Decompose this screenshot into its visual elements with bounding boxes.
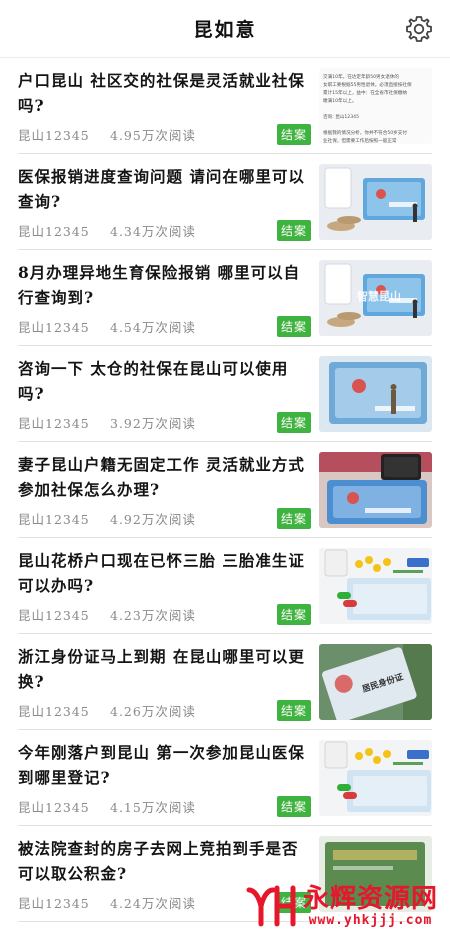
question-title: 户口昆山 社区交的社保是灵活就业社保吗? <box>18 71 305 115</box>
list-item[interactable]: 户口昆山 社区交的社保是灵活就业社保吗? 昆山12345 4.95万次阅读 结案… <box>18 58 432 154</box>
read-count: 4.23万次阅读 <box>110 608 196 623</box>
list-item-text: 医保报销进度查询问题 请问在哪里可以查询? 昆山12345 4.34万次阅读 结… <box>18 164 319 241</box>
question-meta: 昆山12345 4.24万次阅读 结案 <box>18 892 311 913</box>
status-badge: 结案 <box>276 700 311 721</box>
svg-text:咨询: 昆山12345: 咨询: 昆山12345 <box>323 113 359 120</box>
source-label: 昆山12345 <box>18 320 90 335</box>
question-list: 户口昆山 社区交的社保是灵活就业社保吗? 昆山12345 4.95万次阅读 结案… <box>0 58 450 922</box>
list-item[interactable]: 8月办理异地生育保险报销 哪里可以自行查询到? 昆山12345 4.54万次阅读… <box>18 250 432 346</box>
read-count: 3.92万次阅读 <box>110 416 196 431</box>
question-title: 8月办理异地生育保险报销 哪里可以自行查询到? <box>18 263 301 307</box>
thumbnail-image <box>319 164 432 240</box>
read-count: 4.54万次阅读 <box>110 320 196 335</box>
question-title: 昆山花桥户口现在已怀三胎 三胎准生证可以办吗? <box>18 551 305 595</box>
read-count: 4.34万次阅读 <box>110 224 196 239</box>
svg-text:交满10年。在达定年龄50男女退休的: 交满10年。在达定年龄50男女退休的 <box>323 73 399 80</box>
source-label: 昆山12345 <box>18 128 90 143</box>
thumbnail-image <box>319 548 432 624</box>
question-title: 妻子昆山户籍无固定工作 灵活就业方式参加社保怎么办理? <box>18 455 305 499</box>
thumbnail-image <box>319 452 432 528</box>
gear-icon[interactable] <box>404 14 434 44</box>
list-item-text: 昆山花桥户口现在已怀三胎 三胎准生证可以办吗? 昆山12345 4.23万次阅读… <box>18 548 319 625</box>
status-badge: 结案 <box>276 316 311 337</box>
svg-text:累计15年以上，益中：在全省市社保缴纳: 累计15年以上，益中：在全省市社保缴纳 <box>323 89 407 96</box>
svg-text:智慧昆山: 智慧昆山 <box>357 289 401 303</box>
list-item-text: 浙江身份证马上到期 在昆山哪里可以更换? 昆山12345 4.26万次阅读 结案 <box>18 644 319 721</box>
question-meta: 昆山12345 4.95万次阅读 结案 <box>18 124 311 145</box>
question-meta: 昆山12345 4.34万次阅读 结案 <box>18 220 311 241</box>
read-count: 4.95万次阅读 <box>110 128 196 143</box>
question-title: 医保报销进度查询问题 请问在哪里可以查询? <box>18 167 305 211</box>
thumbnail-image <box>319 356 432 432</box>
status-badge: 结案 <box>276 412 311 433</box>
source-label: 昆山12345 <box>18 896 90 911</box>
question-meta: 昆山12345 3.92万次阅读 结案 <box>18 412 311 433</box>
source-label: 昆山12345 <box>18 416 90 431</box>
status-badge: 结案 <box>276 892 311 913</box>
list-item-text: 8月办理异地生育保险报销 哪里可以自行查询到? 昆山12345 4.54万次阅读… <box>18 260 319 337</box>
svg-text:根据我的情况分析，你并不符合50岁支付: 根据我的情况分析，你并不符合50岁支付 <box>323 129 407 136</box>
question-title: 今年刚落户到昆山 第一次参加昆山医保到哪里登记? <box>18 743 305 787</box>
svg-text:缴满10年以上。: 缴满10年以上。 <box>323 97 356 104</box>
list-item[interactable]: 咨询一下 太仓的社保在昆山可以使用吗? 昆山12345 3.92万次阅读 结案 <box>18 346 432 442</box>
list-item[interactable]: 浙江身份证马上到期 在昆山哪里可以更换? 昆山12345 4.26万次阅读 结案… <box>18 634 432 730</box>
read-count: 4.26万次阅读 <box>110 704 196 719</box>
question-meta: 昆山12345 4.15万次阅读 结案 <box>18 796 311 817</box>
thumbnail-image <box>319 740 432 816</box>
list-item[interactable]: 今年刚落户到昆山 第一次参加昆山医保到哪里登记? 昆山12345 4.15万次阅… <box>18 730 432 826</box>
question-title: 浙江身份证马上到期 在昆山哪里可以更换? <box>18 647 305 691</box>
status-badge: 结案 <box>276 220 311 241</box>
source-label: 昆山12345 <box>18 704 90 719</box>
status-badge: 结案 <box>276 124 311 145</box>
list-item-text: 妻子昆山户籍无固定工作 灵活就业方式参加社保怎么办理? 昆山12345 4.92… <box>18 452 319 529</box>
thumbnail-image <box>319 836 432 912</box>
svg-text:女职工要根据55男性退休，必须直接按社保: 女职工要根据55男性退休，必须直接按社保 <box>323 81 412 88</box>
list-item[interactable]: 被法院查封的房子去网上竞拍到手是否可以取公积金? 昆山12345 4.24万次阅… <box>18 826 432 922</box>
list-item[interactable]: 昆山花桥户口现在已怀三胎 三胎准生证可以办吗? 昆山12345 4.23万次阅读… <box>18 538 432 634</box>
list-item[interactable]: 妻子昆山户籍无固定工作 灵活就业方式参加社保怎么办理? 昆山12345 4.92… <box>18 442 432 538</box>
question-meta: 昆山12345 4.23万次阅读 结案 <box>18 604 311 625</box>
question-title: 被法院查封的房子去网上竞拍到手是否可以取公积金? <box>18 839 299 883</box>
svg-text:业社保，但需要工作后按照一般正常: 业社保，但需要工作后按照一般正常 <box>323 137 397 144</box>
status-badge: 结案 <box>276 604 311 625</box>
thumbnail-image: 居民身份证 <box>319 644 432 720</box>
source-label: 昆山12345 <box>18 800 90 815</box>
list-item-text: 咨询一下 太仓的社保在昆山可以使用吗? 昆山12345 3.92万次阅读 结案 <box>18 356 319 433</box>
status-badge: 结案 <box>276 508 311 529</box>
thumbnail-image: 智慧昆山 <box>319 260 432 336</box>
source-label: 昆山12345 <box>18 512 90 527</box>
list-item-text: 被法院查封的房子去网上竞拍到手是否可以取公积金? 昆山12345 4.24万次阅… <box>18 836 319 913</box>
question-meta: 昆山12345 4.26万次阅读 结案 <box>18 700 311 721</box>
read-count: 4.92万次阅读 <box>110 512 196 527</box>
question-meta: 昆山12345 4.92万次阅读 结案 <box>18 508 311 529</box>
question-title: 咨询一下 太仓的社保在昆山可以使用吗? <box>18 359 289 403</box>
list-item-text: 户口昆山 社区交的社保是灵活就业社保吗? 昆山12345 4.95万次阅读 结案 <box>18 68 319 145</box>
app-header: 昆如意 <box>0 0 450 58</box>
source-label: 昆山12345 <box>18 224 90 239</box>
read-count: 4.24万次阅读 <box>110 896 196 911</box>
thumbnail-image: 交满10年。在达定年龄50男女退休的 女职工要根据55男性退休，必须直接按社保 累计… <box>319 68 432 144</box>
list-item[interactable]: 医保报销进度查询问题 请问在哪里可以查询? 昆山12345 4.34万次阅读 结… <box>18 154 432 250</box>
page-title: 昆如意 <box>193 19 257 41</box>
source-label: 昆山12345 <box>18 608 90 623</box>
read-count: 4.15万次阅读 <box>110 800 196 815</box>
question-meta: 昆山12345 4.54万次阅读 结案 <box>18 316 311 337</box>
list-item-text: 今年刚落户到昆山 第一次参加昆山医保到哪里登记? 昆山12345 4.15万次阅… <box>18 740 319 817</box>
status-badge: 结案 <box>276 796 311 817</box>
